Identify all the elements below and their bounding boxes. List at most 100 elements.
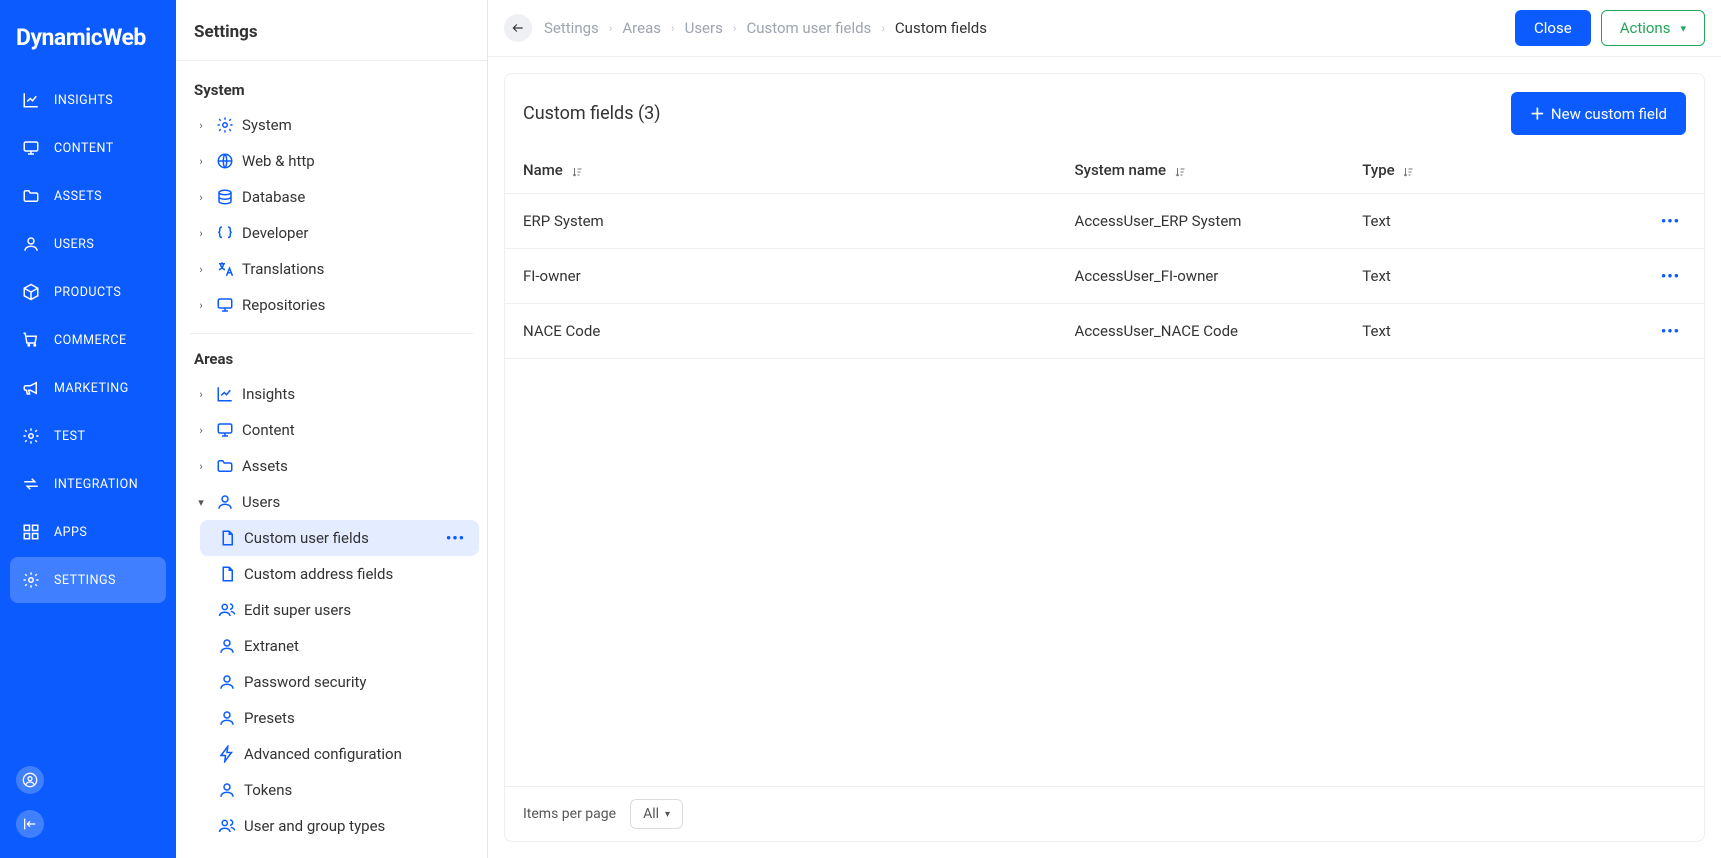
tree-label: Translations: [242, 260, 324, 278]
table-row[interactable]: ERP System AccessUser_ERP System Text ••…: [505, 194, 1704, 249]
main-area: Settings›Areas›Users›Custom user fields›…: [488, 0, 1721, 858]
topbar: Settings›Areas›Users›Custom user fields›…: [488, 0, 1721, 57]
table-row[interactable]: NACE Code AccessUser_NACE Code Text •••: [505, 304, 1704, 359]
col-system-name[interactable]: System name: [1057, 147, 1345, 194]
tree-item-user-and-group-types[interactable]: User and group types: [176, 808, 487, 844]
nav-item-assets[interactable]: ASSETS: [10, 173, 166, 219]
nav-label: SETTINGS: [54, 573, 116, 588]
tree-item-repositories[interactable]: ›Repositories: [176, 287, 487, 323]
new-custom-field-button[interactable]: ＋ New custom field: [1511, 92, 1686, 135]
nav-item-users[interactable]: USERS: [10, 221, 166, 267]
breadcrumb-settings[interactable]: Settings: [544, 19, 599, 37]
custom-fields-table: Name System name Type: [505, 147, 1704, 359]
plus-icon: ＋: [1530, 103, 1545, 124]
nav-item-insights[interactable]: INSIGHTS: [10, 77, 166, 123]
new-custom-field-label: New custom field: [1551, 105, 1667, 123]
tree-item-assets[interactable]: ›Assets: [176, 448, 487, 484]
tree-label: Repositories: [242, 296, 325, 314]
tree-item-developer[interactable]: ›Developer: [176, 215, 487, 251]
folder-icon: [22, 187, 40, 205]
tree-item-users[interactable]: ▾Users: [176, 484, 487, 520]
tree-item-advanced-configuration[interactable]: Advanced configuration: [176, 736, 487, 772]
tree-item-insights[interactable]: › Insights: [176, 376, 487, 412]
tree-item-presets[interactable]: Presets: [176, 700, 487, 736]
cell-type: Text: [1344, 249, 1643, 304]
tree-item-content[interactable]: ›Content: [176, 412, 487, 448]
tree-item-custom-user-fields[interactable]: Custom user fields•••: [200, 520, 479, 556]
doc-icon: [218, 565, 236, 583]
back-button[interactable]: [504, 14, 532, 42]
nav-label: ASSETS: [54, 189, 102, 204]
sidebar-section-areas: Areas: [176, 344, 487, 376]
nav-item-products[interactable]: PRODUCTS: [10, 269, 166, 315]
user-icon: [218, 709, 236, 727]
col-name[interactable]: Name: [505, 147, 1057, 194]
grid-icon: [22, 523, 40, 541]
tree-item-system[interactable]: ›System: [176, 107, 487, 143]
tree-item-password-security[interactable]: Password security: [176, 664, 487, 700]
cell-name: NACE Code: [505, 304, 1057, 359]
profile-button[interactable]: [16, 766, 44, 794]
tree-item-database[interactable]: ›Database: [176, 179, 487, 215]
chevron-icon: ›: [194, 388, 208, 401]
row-actions-button[interactable]: •••: [1643, 249, 1704, 304]
cell-system-name: AccessUser_NACE Code: [1057, 304, 1345, 359]
breadcrumb-areas[interactable]: Areas: [622, 19, 661, 37]
chart-icon: [22, 91, 40, 109]
nav-label: INTEGRATION: [54, 477, 138, 492]
chevron-icon: ›: [194, 119, 208, 132]
tree-item-edit-super-users[interactable]: Edit super users: [176, 592, 487, 628]
user-icon: [22, 235, 40, 253]
user-icon: [218, 781, 236, 799]
items-per-page-select[interactable]: All ▾: [630, 799, 683, 829]
nav-item-commerce[interactable]: COMMERCE: [10, 317, 166, 363]
tree-item-web-http[interactable]: › Web & http: [176, 143, 487, 179]
gear-icon: [22, 427, 40, 445]
tree-item-custom-address-fields[interactable]: Custom address fields: [176, 556, 487, 592]
gear-icon: [22, 571, 40, 589]
sort-icon: [1402, 165, 1414, 178]
tree-label: Web & http: [242, 152, 315, 170]
col-type[interactable]: Type: [1344, 147, 1643, 194]
chevron-icon: ›: [194, 155, 208, 168]
nav-label: APPS: [54, 525, 87, 540]
box-icon: [22, 283, 40, 301]
close-button[interactable]: Close: [1515, 10, 1591, 46]
actions-dropdown[interactable]: Actions: [1601, 10, 1705, 46]
row-actions-button[interactable]: •••: [1643, 194, 1704, 249]
breadcrumb-users[interactable]: Users: [685, 19, 723, 37]
monitor-icon: [216, 296, 234, 314]
chevron-icon: ›: [194, 227, 208, 240]
nav-item-apps[interactable]: APPS: [10, 509, 166, 555]
tree-item-tokens[interactable]: Tokens: [176, 772, 487, 808]
nav-item-test[interactable]: TEST: [10, 413, 166, 459]
users-icon: [218, 817, 236, 835]
tree-label: Insights: [242, 385, 295, 403]
chevron-right-icon: ›: [881, 21, 885, 35]
primary-nav: DynamicWeb INSIGHTSCONTENTASSETSUSERSPRO…: [0, 0, 176, 858]
chevron-icon: ›: [194, 424, 208, 437]
nav-label: PRODUCTS: [54, 285, 121, 300]
breadcrumb-custom-user-fields[interactable]: Custom user fields: [746, 19, 871, 37]
nav-item-integration[interactable]: INTEGRATION: [10, 461, 166, 507]
db-icon: [216, 188, 234, 206]
collapse-nav-button[interactable]: [16, 810, 44, 838]
nav-label: MARKETING: [54, 381, 129, 396]
tree-label: Custom address fields: [244, 565, 393, 583]
nav-item-settings[interactable]: SETTINGS: [10, 557, 166, 603]
row-actions-button[interactable]: •••: [1643, 304, 1704, 359]
chevron-right-icon: ›: [671, 21, 675, 35]
nav-item-content[interactable]: CONTENT: [10, 125, 166, 171]
tree-label: Database: [242, 188, 305, 206]
nav-item-marketing[interactable]: MARKETING: [10, 365, 166, 411]
settings-sidebar: Settings System›System›Web & http›Databa…: [176, 0, 488, 858]
globe-icon: [216, 152, 234, 170]
tree-item-extranet[interactable]: Extranet: [176, 628, 487, 664]
more-icon[interactable]: •••: [446, 529, 465, 547]
cell-system-name: AccessUser_FI-owner: [1057, 249, 1345, 304]
nav-label: COMMERCE: [54, 333, 127, 348]
tree-label: Advanced configuration: [244, 745, 402, 763]
tree-item-translations[interactable]: ›Translations: [176, 251, 487, 287]
table-row[interactable]: FI-owner AccessUser_FI-owner Text •••: [505, 249, 1704, 304]
breadcrumb-custom-fields: Custom fields: [895, 19, 987, 37]
